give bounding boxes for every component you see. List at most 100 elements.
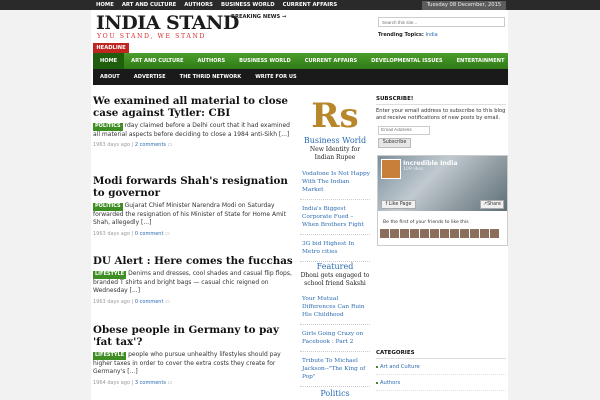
category-tag[interactable]: POLITICS <box>93 123 123 131</box>
subscribe-title: SUBSCRIBE! <box>376 96 506 105</box>
featured-title[interactable]: Featured <box>300 262 370 271</box>
article-age: 1963 days ago <box>93 142 131 149</box>
article-excerpt: POLITICS rday claimed before a Delhi cour… <box>93 122 298 139</box>
trending-topics: Trending Topics: India <box>378 32 438 38</box>
comment-icon: ▭ <box>165 230 170 237</box>
article-1: We examined all material to close case a… <box>93 95 298 148</box>
main-nav-current-affairs[interactable]: CURRENT AFFAIRS <box>298 58 364 64</box>
facebook-friends-text: Be the first of your friends to like thi… <box>383 220 469 225</box>
category-tag[interactable]: POLITICS <box>93 203 123 211</box>
business-world-title[interactable]: Business World <box>300 136 370 145</box>
comments-link[interactable]: 0 comment <box>135 299 164 305</box>
main-nav: HOME ART AND CULTURE AUTHORS BUSINESS WO… <box>93 53 508 69</box>
sub-nav-about[interactable]: ABOUT <box>93 74 127 80</box>
article-title[interactable]: Obese people in Germany to pay 'fat tax'… <box>93 324 298 348</box>
business-world-links: Vodafone Is Not Happy With The Indian Ma… <box>300 170 370 267</box>
article-title[interactable]: DU Alert : Here comes the fucchas <box>93 255 298 267</box>
rupee-logo-text: Rs <box>311 96 358 134</box>
avatar[interactable] <box>380 229 389 238</box>
facebook-share-button[interactable]: ↗Share <box>480 200 504 209</box>
category-authors[interactable]: Authors <box>376 375 506 391</box>
avatar[interactable] <box>400 229 409 238</box>
comment-icon: ▭ <box>167 142 173 149</box>
avatar[interactable] <box>460 229 469 238</box>
sub-nav-write-for-us[interactable]: WRITE FOR US <box>248 74 303 80</box>
rupee-logo-image[interactable]: Rs <box>303 94 367 134</box>
breaking-news-label: BREAKING NEWS → <box>231 14 287 20</box>
categories-title: CATEGORIES <box>376 350 506 359</box>
category-tag[interactable]: LIFESTYLE <box>93 271 127 279</box>
avatar[interactable] <box>440 229 449 238</box>
facebook-page-name[interactable]: Incredible India <box>403 160 458 167</box>
share-label: Share <box>487 202 501 207</box>
main-nav-entertainment[interactable]: ENTERTAINMENT <box>450 58 512 64</box>
middle-link[interactable]: India's Biggest Corporate Fued – When Br… <box>300 205 370 235</box>
article-meta: 1963 days ago | 0 comment ▭ <box>93 298 170 305</box>
category-art-culture[interactable]: Art and Culture <box>376 359 506 375</box>
article-age: 1963 days ago <box>93 230 131 237</box>
comment-icon: ▭ <box>167 379 173 386</box>
top-nav-authors[interactable]: AUTHORS <box>180 0 217 10</box>
top-nav-business-world[interactable]: BUSINESS WORLD <box>217 0 279 10</box>
top-nav-home[interactable]: HOME <box>92 0 118 10</box>
main-nav-authors[interactable]: AUTHORS <box>191 58 233 64</box>
middle-link[interactable]: Your Mutual Differences Can Ruin His Chi… <box>300 295 370 325</box>
featured-subtitle[interactable]: Dhoni gets engaged to school friend Saks… <box>300 272 370 288</box>
middle-link[interactable]: Tribute To Michael Jackson--"The King of… <box>300 357 370 387</box>
comments-link[interactable]: 2 comments <box>135 142 166 148</box>
article-age: 1964 days ago <box>93 379 131 386</box>
subscribe-widget: SUBSCRIBE! Enter your email address to s… <box>376 96 506 122</box>
article-2: Modi forwards Shah's resignation to gove… <box>93 175 298 237</box>
article-excerpt: LIFESTYLE Denims and dresses, cool shades… <box>93 270 298 296</box>
like-label: Like Page <box>388 202 412 207</box>
site-tagline: YOU STAND, WE STAND <box>97 33 207 40</box>
category-tag[interactable]: LIFESTYLE <box>93 352 127 360</box>
main-nav-developmental-issues[interactable]: DEVELOPMENTAL ISSUES <box>364 58 449 64</box>
top-nav-current-affairs[interactable]: CURRENT AFFAIRS <box>279 0 342 10</box>
politics-title[interactable]: Politics <box>300 389 370 398</box>
email-field[interactable] <box>378 126 430 135</box>
article-meta: 1963 days ago | 0 comment ▭ <box>93 230 170 237</box>
avatar[interactable] <box>480 229 489 238</box>
search-input[interactable] <box>378 17 505 27</box>
facebook-faces <box>380 229 499 238</box>
avatar[interactable] <box>470 229 479 238</box>
facebook-widget: Incredible India 109 likes f Like Page ↗… <box>377 155 508 246</box>
date-display: Tuesday 08 December, 2015 <box>422 1 506 10</box>
site-logo[interactable]: INDIA STAND <box>96 12 239 34</box>
avatar[interactable] <box>390 229 399 238</box>
facebook-like-button[interactable]: f Like Page <box>381 200 416 209</box>
middle-link[interactable]: Girls Going Crazy on Facebook : Part 2 <box>300 330 370 352</box>
avatar[interactable] <box>430 229 439 238</box>
article-excerpt: POLITICS Gujarat Chief Minister Narendra … <box>93 202 298 228</box>
avatar[interactable] <box>420 229 429 238</box>
main-nav-home[interactable]: HOME <box>93 53 125 69</box>
article-age: 1963 days ago <box>93 298 131 305</box>
article-title[interactable]: Modi forwards Shah's resignation to gove… <box>93 175 298 199</box>
avatar[interactable] <box>490 229 499 238</box>
avatar[interactable] <box>450 229 459 238</box>
comments-link[interactable]: 0 comment <box>135 231 164 237</box>
article-meta: 1963 days ago | 2 comments ▭ <box>93 142 173 149</box>
facebook-page-thumb[interactable] <box>381 159 401 179</box>
business-world-subtitle[interactable]: New Identity for Indian Rupee <box>300 146 370 162</box>
article-excerpt: LIFESTYLE people who pursue unhealthy lif… <box>93 351 298 377</box>
middle-link[interactable]: Vodafone Is Not Happy With The Indian Ma… <box>300 170 370 200</box>
middle-link[interactable]: 3G bid Highest In Metro cities <box>300 240 370 262</box>
top-nav-art-culture[interactable]: ART AND CULTURE <box>118 0 180 10</box>
comments-link[interactable]: 3 comments <box>135 380 166 386</box>
facebook-cover: Incredible India 109 likes f Like Page ↗… <box>378 156 507 211</box>
subscribe-button[interactable]: Subscribe <box>378 138 411 148</box>
comment-icon: ▭ <box>165 298 170 305</box>
trending-item-india[interactable]: India <box>425 32 437 38</box>
article-title[interactable]: We examined all material to close case a… <box>93 95 298 119</box>
facebook-like-count: 109 likes <box>403 167 424 172</box>
main-nav-art-culture[interactable]: ART AND CULTURE <box>124 58 190 64</box>
article-3: DU Alert : Here comes the fucchas LIFEST… <box>93 255 298 305</box>
main-nav-business-world[interactable]: BUSINESS WORLD <box>232 58 298 64</box>
sub-nav-advertise[interactable]: ADVERTISE <box>127 74 173 80</box>
trending-label: Trending Topics: <box>378 32 424 38</box>
sub-nav-thrid-network[interactable]: THE THRID NETWORK <box>173 74 249 80</box>
featured-links: Your Mutual Differences Can Ruin His Chi… <box>300 295 370 392</box>
avatar[interactable] <box>410 229 419 238</box>
